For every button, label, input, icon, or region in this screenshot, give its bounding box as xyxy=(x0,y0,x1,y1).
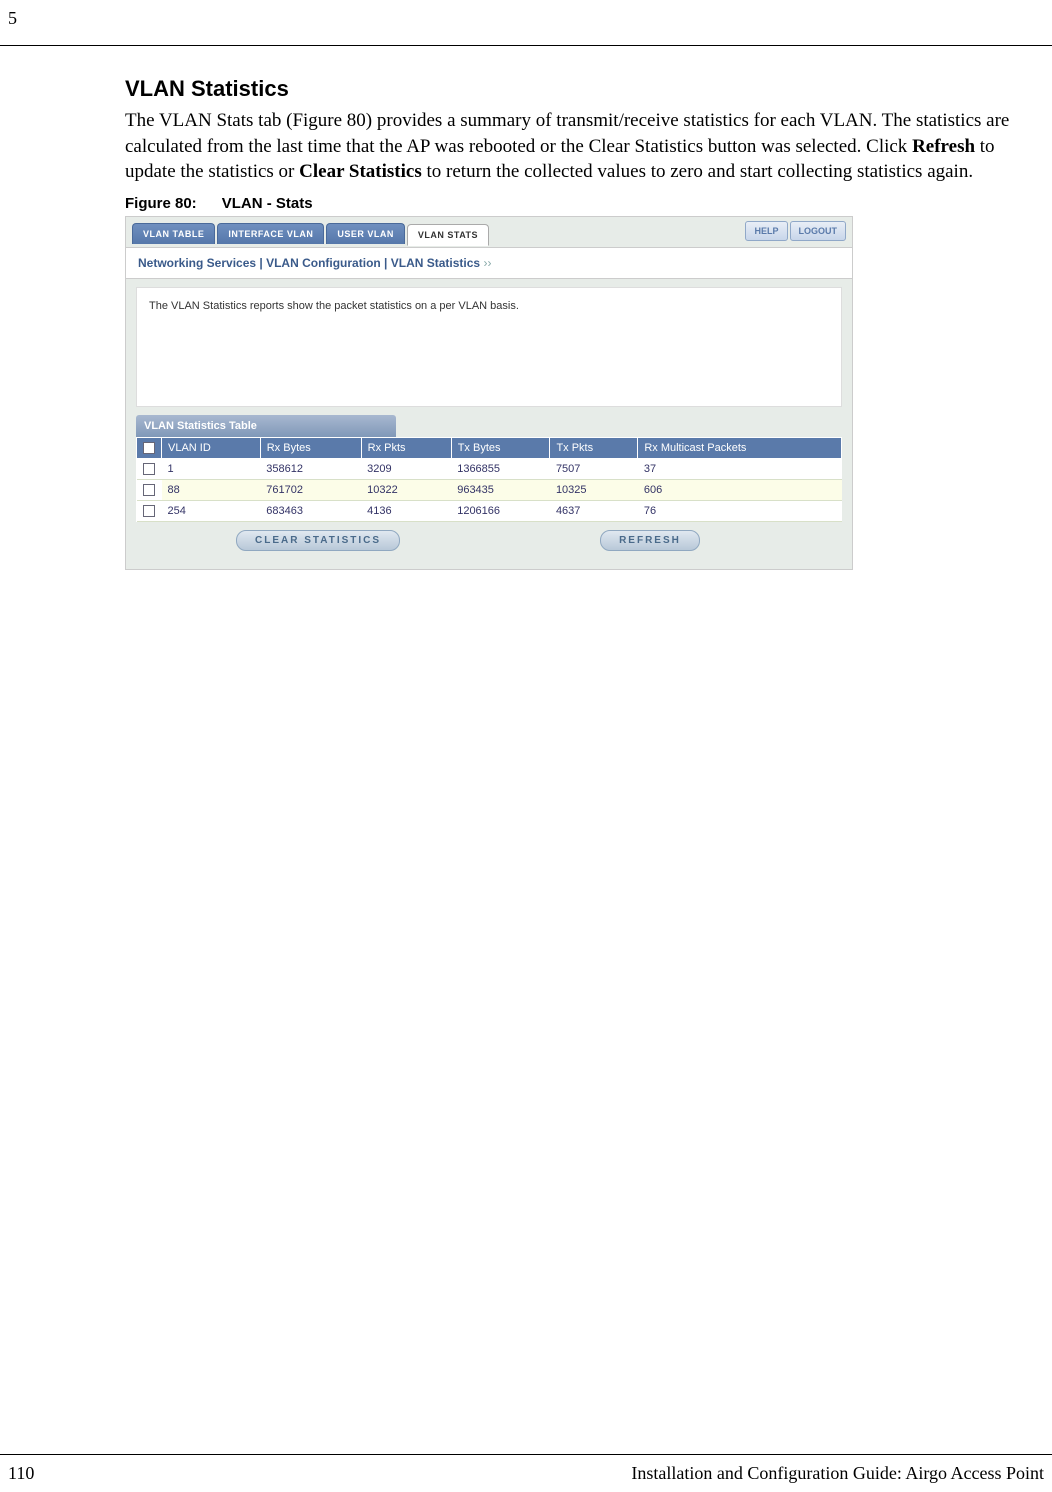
select-all-checkbox[interactable] xyxy=(137,437,162,458)
table-row: 1 358612 3209 1366855 7507 37 xyxy=(137,459,842,480)
description-panel: The VLAN Statistics reports show the pac… xyxy=(136,287,842,407)
tab-interface-vlan[interactable]: INTERFACE VLAN xyxy=(217,223,324,244)
cell-tx-pkts: 7507 xyxy=(550,459,638,480)
figure-label: Figure 80: xyxy=(125,195,197,212)
clear-statistics-button[interactable]: CLEAR STATISTICS xyxy=(236,530,400,551)
table-row: 88 761702 10322 963435 10325 606 xyxy=(137,480,842,501)
cell-vlan-id: 88 xyxy=(162,480,261,501)
chapter-title: Configuring Networking Settings xyxy=(0,8,1044,29)
clear-stats-bold: Clear Statistics xyxy=(299,161,422,182)
body-text-3: to return the collected values to zero a… xyxy=(422,161,973,182)
body-text-1: The VLAN Stats tab (Figure 80) provides … xyxy=(125,110,1009,157)
section-title: VLAN Statistics xyxy=(125,76,1022,102)
breadcrumb-text: Networking Services | VLAN Configuration… xyxy=(138,256,480,270)
cell-rx-bytes: 761702 xyxy=(260,480,361,501)
description-text: The VLAN Statistics reports show the pac… xyxy=(149,300,519,312)
cell-rx-mcast: 76 xyxy=(638,501,842,522)
row-checkbox[interactable] xyxy=(137,480,162,501)
cell-rx-pkts: 4136 xyxy=(361,501,451,522)
logout-button[interactable]: LOGOUT xyxy=(790,221,847,241)
refresh-button[interactable]: REFRESH xyxy=(600,530,700,551)
breadcrumb-arrows-icon: ›› xyxy=(480,256,491,270)
tab-vlan-table[interactable]: VLAN TABLE xyxy=(132,223,215,244)
cell-vlan-id: 254 xyxy=(162,501,261,522)
col-rx-pkts: Rx Pkts xyxy=(361,437,451,458)
cell-tx-pkts: 4637 xyxy=(550,501,638,522)
page-number: 110 xyxy=(8,1463,34,1484)
cell-tx-pkts: 10325 xyxy=(550,480,638,501)
tab-user-vlan[interactable]: USER VLAN xyxy=(326,223,405,244)
table-row: 254 683463 4136 1206166 4637 76 xyxy=(137,501,842,522)
refresh-bold: Refresh xyxy=(912,136,975,157)
col-rx-bytes: Rx Bytes xyxy=(260,437,361,458)
cell-rx-pkts: 3209 xyxy=(361,459,451,480)
table-title: VLAN Statistics Table xyxy=(136,415,396,437)
row-checkbox[interactable] xyxy=(137,501,162,522)
section-body: The VLAN Stats tab (Figure 80) provides … xyxy=(125,108,1022,185)
cell-rx-pkts: 10322 xyxy=(361,480,451,501)
cell-tx-bytes: 963435 xyxy=(451,480,550,501)
breadcrumb: Networking Services | VLAN Configuration… xyxy=(126,247,852,279)
cell-rx-bytes: 683463 xyxy=(260,501,361,522)
cell-vlan-id: 1 xyxy=(162,459,261,480)
col-rx-mcast: Rx Multicast Packets xyxy=(638,437,842,458)
help-button[interactable]: HELP xyxy=(745,221,787,241)
figure-title: VLAN - Stats xyxy=(222,195,313,212)
cell-tx-bytes: 1366855 xyxy=(451,459,550,480)
col-tx-bytes: Tx Bytes xyxy=(451,437,550,458)
cell-rx-mcast: 37 xyxy=(638,459,842,480)
cell-tx-bytes: 1206166 xyxy=(451,501,550,522)
stats-table: VLAN ID Rx Bytes Rx Pkts Tx Bytes Tx Pkt… xyxy=(136,437,842,522)
col-vlan-id: VLAN ID xyxy=(162,437,261,458)
tab-vlan-stats[interactable]: VLAN STATS xyxy=(407,224,489,246)
col-tx-pkts: Tx Pkts xyxy=(550,437,638,458)
cell-rx-bytes: 358612 xyxy=(260,459,361,480)
row-checkbox[interactable] xyxy=(137,459,162,480)
cell-rx-mcast: 606 xyxy=(638,480,842,501)
footer-title: Installation and Configuration Guide: Ai… xyxy=(631,1463,1044,1484)
vlan-stats-screenshot: VLAN TABLE INTERFACE VLAN USER VLAN VLAN… xyxy=(125,216,853,570)
